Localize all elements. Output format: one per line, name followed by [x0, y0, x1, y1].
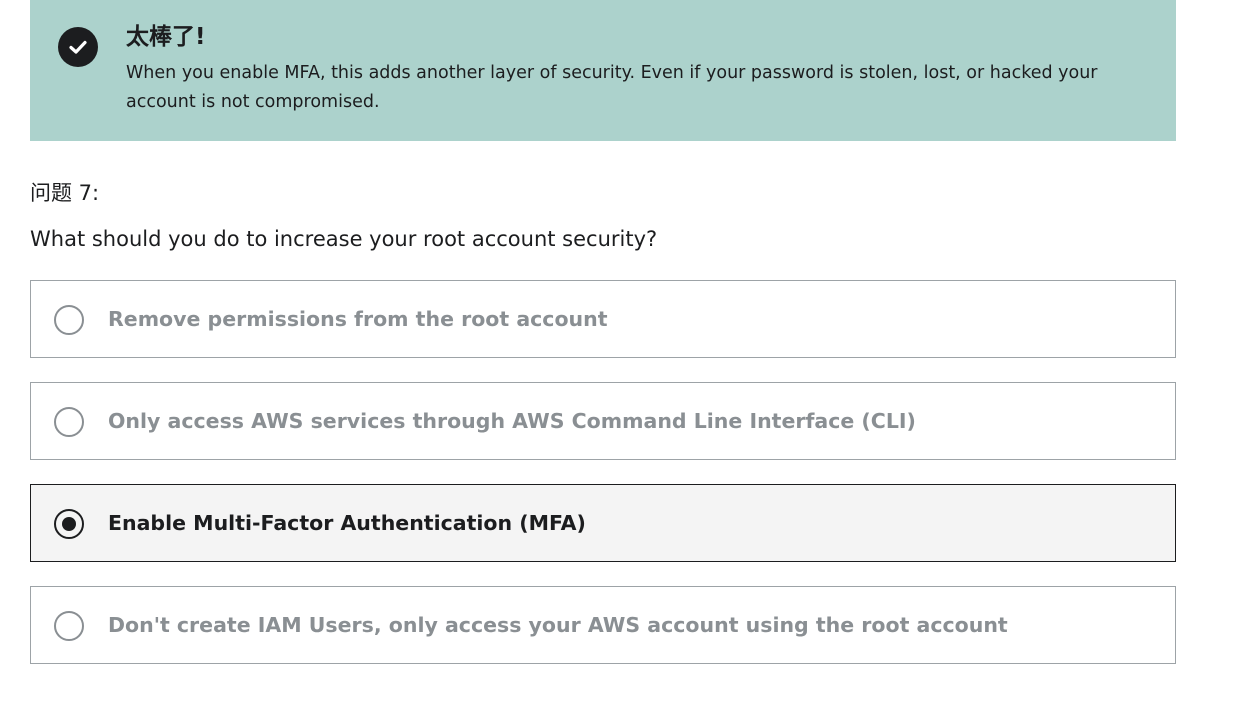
question-prompt: What should you do to increase your root…: [30, 227, 658, 251]
feedback-title: 太棒了!: [126, 24, 206, 50]
question-number: 问题 7:: [30, 181, 100, 205]
answer-option-4[interactable]: Don't create IAM Users, only access your…: [30, 586, 1176, 664]
answer-option-2[interactable]: Only access AWS services through AWS Com…: [30, 382, 1176, 460]
answer-option-label: Only access AWS services through AWS Com…: [108, 409, 916, 433]
radio-dot: [62, 517, 76, 531]
answer-option-1[interactable]: Remove permissions from the root account: [30, 280, 1176, 358]
correct-answer-banner: 太棒了! When you enable MFA, this adds anot…: [30, 0, 1176, 141]
answer-option-label: Enable Multi-Factor Authentication (MFA): [108, 511, 586, 535]
radio-button-icon[interactable]: [54, 611, 84, 641]
radio-button-icon[interactable]: [54, 305, 84, 335]
radio-button-selected-icon[interactable]: [54, 509, 84, 539]
answer-option-label: Remove permissions from the root account: [108, 307, 608, 331]
answer-option-label: Don't create IAM Users, only access your…: [108, 613, 1008, 637]
answer-option-3[interactable]: Enable Multi-Factor Authentication (MFA): [30, 484, 1176, 562]
radio-button-icon[interactable]: [54, 407, 84, 437]
checkmark-circle-icon: [58, 27, 98, 67]
quiz-result-page: 太棒了! When you enable MFA, this adds anot…: [0, 0, 1258, 726]
feedback-message: When you enable MFA, this adds another l…: [126, 63, 1098, 112]
